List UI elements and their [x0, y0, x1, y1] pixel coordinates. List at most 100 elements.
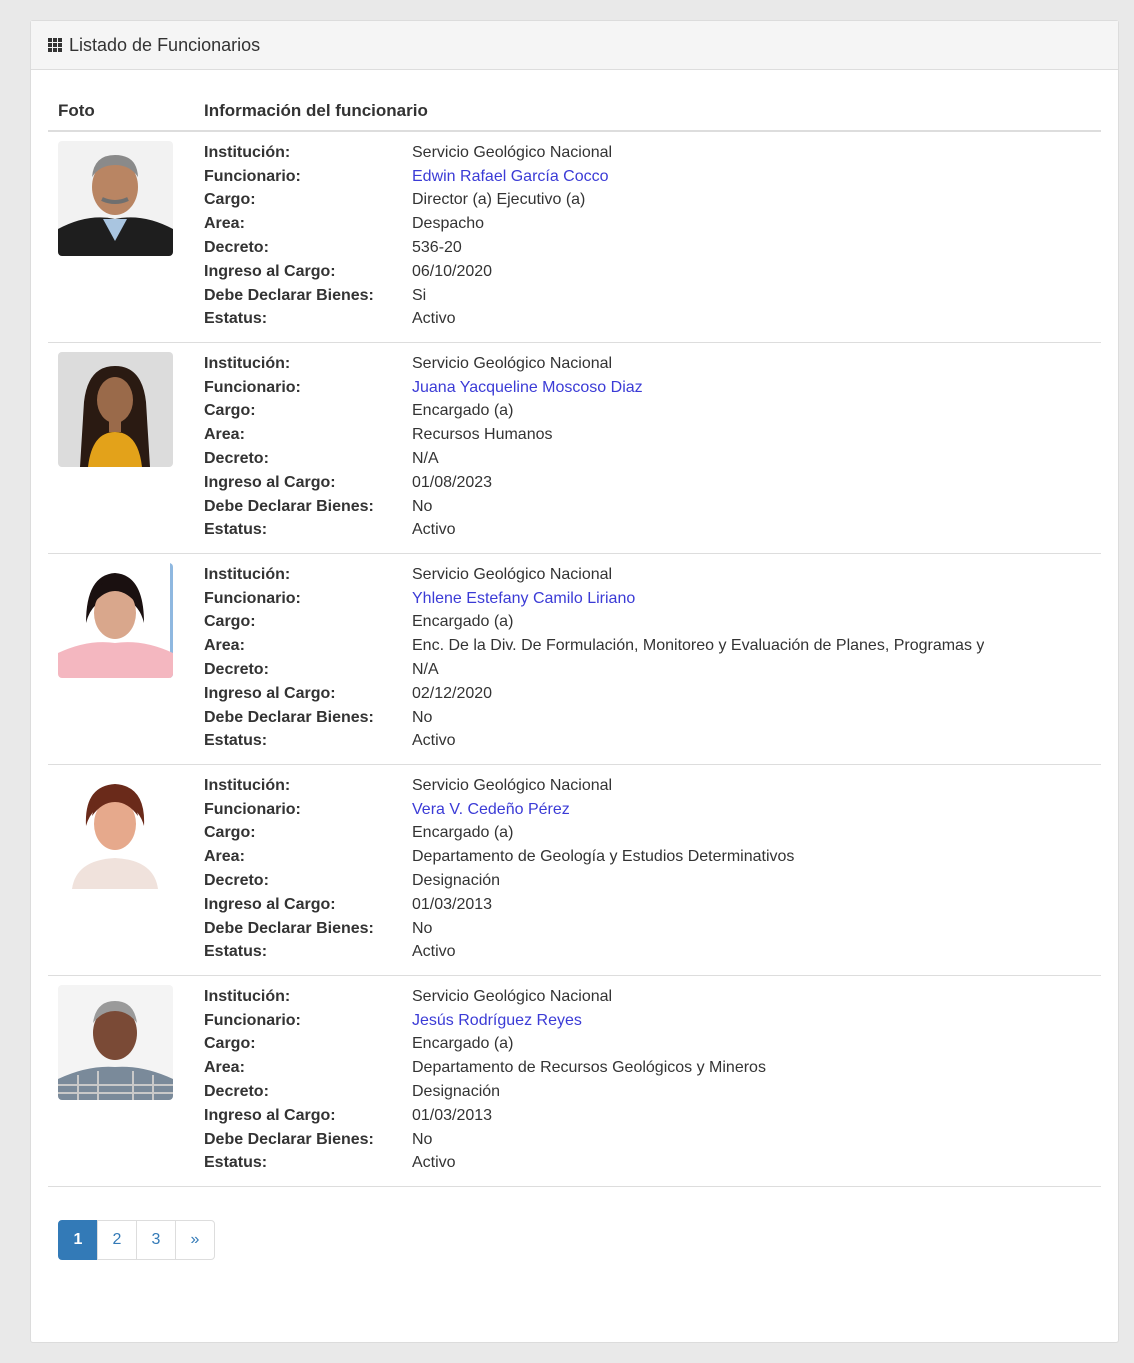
- table-row: Institución: Servicio Geológico Nacional …: [48, 976, 1101, 1187]
- position-value: Encargado (a): [412, 824, 514, 842]
- decree-value: N/A: [412, 661, 439, 679]
- status-value: Activo: [412, 310, 456, 328]
- label-area: Area:: [204, 215, 245, 233]
- label-official: Funcionario:: [204, 800, 301, 818]
- official-name-link[interactable]: Jesús Rodríguez Reyes: [412, 1012, 582, 1030]
- label-start-date: Ingreso al Cargo:: [204, 1106, 336, 1124]
- position-value: Encargado (a): [412, 613, 514, 631]
- grid-icon: [48, 37, 63, 53]
- official-info: Institución: Servicio Geológico Nacional …: [204, 985, 1101, 1186]
- label-area: Area:: [204, 1059, 245, 1077]
- label-start-date: Ingreso al Cargo:: [204, 684, 336, 702]
- institution-value: Servicio Geológico Nacional: [412, 143, 613, 161]
- officials-table: Foto Información del funcionario Institu…: [48, 91, 1101, 1187]
- official-photo: [58, 563, 173, 678]
- label-position: Cargo:: [204, 1035, 256, 1053]
- label-status: Estatus:: [204, 521, 268, 539]
- official-photo: [58, 141, 173, 256]
- label-institution: Institución:: [204, 143, 291, 161]
- official-info: Institución: Servicio Geológico Nacional …: [204, 774, 1101, 975]
- start-date-value: 02/12/2020: [412, 684, 493, 702]
- label-area: Area:: [204, 848, 245, 866]
- start-date-value: 01/03/2013: [412, 895, 493, 913]
- label-status: Estatus:: [204, 310, 268, 328]
- header-info: Información del funcionario: [204, 100, 428, 120]
- official-info: Institución: Servicio Geológico Nacional …: [204, 563, 1101, 764]
- institution-value: Servicio Geológico Nacional: [412, 987, 613, 1005]
- official-name-link[interactable]: Edwin Rafael García Cocco: [412, 168, 609, 186]
- label-status: Estatus:: [204, 1154, 268, 1172]
- start-date-value: 01/03/2013: [412, 1106, 493, 1124]
- area-value: Despacho: [412, 215, 485, 233]
- declare-assets-value: No: [412, 708, 433, 726]
- label-position: Cargo:: [204, 191, 256, 209]
- page-3-button[interactable]: 3: [136, 1220, 176, 1260]
- label-decree: Decreto:: [204, 239, 269, 257]
- official-name-link[interactable]: Vera V. Cedeño Pérez: [412, 801, 570, 819]
- label-decree: Decreto:: [204, 450, 269, 468]
- label-position: Cargo:: [204, 824, 256, 842]
- label-official: Funcionario:: [204, 167, 301, 185]
- area-value: Departamento de Recursos Geológicos y Mi…: [412, 1059, 766, 1077]
- official-info: Institución: Servicio Geológico Nacional …: [204, 352, 1101, 553]
- official-photo: [58, 985, 173, 1100]
- label-institution: Institución:: [204, 565, 291, 583]
- label-decree: Decreto:: [204, 1083, 269, 1101]
- label-status: Estatus:: [204, 732, 268, 750]
- status-value: Activo: [412, 943, 456, 961]
- label-position: Cargo:: [204, 402, 256, 420]
- institution-value: Servicio Geológico Nacional: [412, 354, 613, 372]
- label-decree: Decreto:: [204, 872, 269, 890]
- position-value: Encargado (a): [412, 402, 514, 420]
- page-2-button[interactable]: 2: [97, 1220, 137, 1260]
- label-declare-assets: Debe Declarar Bienes:: [204, 286, 374, 304]
- label-declare-assets: Debe Declarar Bienes:: [204, 708, 374, 726]
- institution-value: Servicio Geológico Nacional: [412, 776, 613, 794]
- next-page-button[interactable]: »: [175, 1220, 215, 1260]
- area-value: Enc. De la Div. De Formulación, Monitore…: [412, 637, 985, 655]
- table-row: Institución: Servicio Geológico Nacional …: [48, 765, 1101, 976]
- start-date-value: 06/10/2020: [412, 262, 493, 280]
- panel-heading: Listado de Funcionarios: [31, 21, 1118, 70]
- header-photo: Foto: [58, 100, 95, 120]
- label-institution: Institución:: [204, 987, 291, 1005]
- official-name-link[interactable]: Yhlene Estefany Camilo Liriano: [412, 590, 635, 608]
- table-row: Institución: Servicio Geológico Nacional …: [48, 132, 1101, 343]
- decree-value: Designación: [412, 872, 501, 890]
- label-status: Estatus:: [204, 943, 268, 961]
- label-position: Cargo:: [204, 613, 256, 631]
- label-official: Funcionario:: [204, 589, 301, 607]
- declare-assets-value: No: [412, 497, 433, 515]
- institution-value: Servicio Geológico Nacional: [412, 565, 613, 583]
- official-name-link[interactable]: Juana Yacqueline Moscoso Diaz: [412, 379, 643, 397]
- area-value: Recursos Humanos: [412, 426, 553, 444]
- panel-title: Listado de Funcionarios: [69, 34, 261, 55]
- table-row: Institución: Servicio Geológico Nacional …: [48, 554, 1101, 765]
- position-value: Encargado (a): [412, 1035, 514, 1053]
- decree-value: 536-20: [412, 239, 462, 257]
- declare-assets-value: No: [412, 919, 433, 937]
- decree-value: N/A: [412, 450, 439, 468]
- label-institution: Institución:: [204, 354, 291, 372]
- label-start-date: Ingreso al Cargo:: [204, 895, 336, 913]
- page-1-button[interactable]: 1: [58, 1220, 98, 1260]
- label-declare-assets: Debe Declarar Bienes:: [204, 497, 374, 515]
- table-row: Institución: Servicio Geológico Nacional …: [48, 343, 1101, 554]
- status-value: Activo: [412, 1154, 456, 1172]
- declare-assets-value: Si: [412, 286, 427, 304]
- label-official: Funcionario:: [204, 1011, 301, 1029]
- official-photo: [58, 774, 173, 889]
- label-institution: Institución:: [204, 776, 291, 794]
- label-start-date: Ingreso al Cargo:: [204, 262, 336, 280]
- label-decree: Decreto:: [204, 661, 269, 679]
- label-declare-assets: Debe Declarar Bienes:: [204, 1130, 374, 1148]
- status-value: Activo: [412, 732, 456, 750]
- label-area: Area:: [204, 637, 245, 655]
- label-official: Funcionario:: [204, 378, 301, 396]
- area-value: Departamento de Geología y Estudios Dete…: [412, 848, 795, 866]
- label-area: Area:: [204, 426, 245, 444]
- declare-assets-value: No: [412, 1130, 433, 1148]
- label-declare-assets: Debe Declarar Bienes:: [204, 919, 374, 937]
- decree-value: Designación: [412, 1083, 501, 1101]
- position-value: Director (a) Ejecutivo (a): [412, 191, 586, 209]
